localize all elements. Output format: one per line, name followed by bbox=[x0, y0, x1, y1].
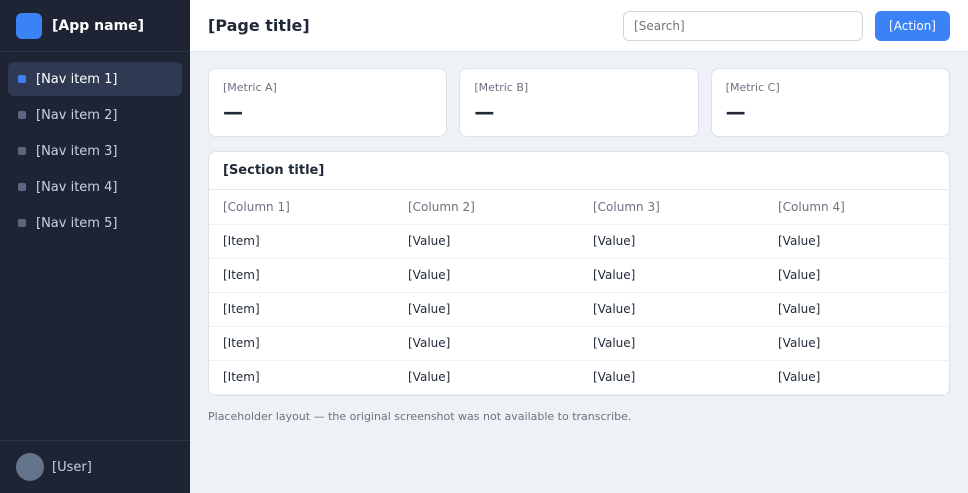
sidebar-item-2[interactable]: [Nav item 2] bbox=[8, 98, 182, 132]
table-cell: [Value] bbox=[579, 326, 764, 361]
table-cell: [Value] bbox=[394, 258, 579, 293]
table-cell: [Value] bbox=[764, 292, 949, 327]
table-row[interactable]: [Item] [Value] [Value] [Value] bbox=[209, 292, 949, 327]
table-row[interactable]: [Item] [Value] [Value] [Value] bbox=[209, 360, 949, 395]
table-cell: [Value] bbox=[764, 258, 949, 293]
table-cell: [Value] bbox=[579, 292, 764, 327]
column-header[interactable]: [Column 4] bbox=[764, 190, 949, 225]
table-cell: [Value] bbox=[394, 326, 579, 361]
sidebar-item-label: [Nav item 1] bbox=[36, 71, 118, 87]
stat-value: — bbox=[223, 100, 243, 124]
stat-label: [Metric A] bbox=[223, 81, 277, 94]
top-bar: [Page title] [Action] bbox=[190, 0, 968, 52]
stat-card: [Metric B] — bbox=[459, 68, 699, 137]
sidebar-item-5[interactable]: [Nav item 5] bbox=[8, 206, 182, 240]
placeholder-notice: Placeholder layout — the original screen… bbox=[208, 409, 632, 423]
user-menu[interactable]: [User] bbox=[0, 440, 190, 493]
nav-bullet-icon bbox=[18, 75, 26, 83]
page-title: [Page title] bbox=[208, 16, 310, 35]
column-header[interactable]: [Column 1] bbox=[209, 190, 394, 225]
nav-bullet-icon bbox=[18, 111, 26, 119]
table-cell: [Value] bbox=[394, 360, 579, 395]
stat-cards: [Metric A] — [Metric B] — [Metric C] — bbox=[208, 68, 950, 137]
table-cell: [Value] bbox=[579, 224, 764, 259]
table-cell: [Value] bbox=[764, 360, 949, 395]
table-cell: [Value] bbox=[764, 326, 949, 361]
table-cell: [Value] bbox=[764, 224, 949, 259]
sidebar-nav: [Nav item 1] [Nav item 2] [Nav item 3] [… bbox=[0, 52, 190, 250]
table-cell: [Item] bbox=[209, 258, 394, 293]
sidebar-item-3[interactable]: [Nav item 3] bbox=[8, 134, 182, 168]
panel-title: [Section title] bbox=[209, 152, 949, 190]
table-cell: [Item] bbox=[209, 224, 394, 259]
search-input[interactable] bbox=[623, 10, 864, 41]
user-name: [User] bbox=[52, 459, 92, 475]
sidebar-item-1[interactable]: [Nav item 1] bbox=[8, 62, 182, 96]
table-cell: [Value] bbox=[394, 224, 579, 259]
table-header-row: [Column 1] [Column 2] [Column 3] [Column… bbox=[209, 190, 949, 225]
primary-action-button[interactable]: [Action] bbox=[875, 10, 950, 41]
stat-card: [Metric A] — bbox=[208, 68, 448, 137]
stat-label: [Metric B] bbox=[474, 81, 529, 94]
data-table: [Column 1] [Column 2] [Column 3] [Column… bbox=[209, 190, 949, 395]
stat-label: [Metric C] bbox=[725, 81, 780, 94]
table-cell: [Value] bbox=[579, 360, 764, 395]
stat-card: [Metric C] — bbox=[710, 68, 950, 137]
table-cell: [Item] bbox=[209, 292, 394, 327]
table-row[interactable]: [Item] [Value] [Value] [Value] bbox=[209, 258, 949, 293]
column-header[interactable]: [Column 3] bbox=[579, 190, 764, 225]
column-header[interactable]: [Column 2] bbox=[394, 190, 579, 225]
avatar bbox=[16, 453, 44, 481]
sidebar-item-label: [Nav item 5] bbox=[36, 215, 118, 231]
brand: [App name] bbox=[0, 0, 190, 52]
content: [Metric A] — [Metric B] — [Metric C] — [Sec… bbox=[190, 52, 968, 439]
data-panel: [Section title] [Column 1] [Column 2] [C… bbox=[208, 151, 950, 396]
nav-bullet-icon bbox=[18, 219, 26, 227]
table-cell: [Value] bbox=[579, 258, 764, 293]
sidebar-item-label: [Nav item 2] bbox=[36, 107, 118, 123]
stat-value: — bbox=[474, 100, 495, 124]
stat-value: — bbox=[725, 100, 746, 124]
nav-bullet-icon bbox=[18, 183, 26, 191]
table-cell: [Item] bbox=[209, 326, 394, 361]
sidebar-item-label: [Nav item 3] bbox=[36, 143, 118, 159]
nav-bullet-icon bbox=[18, 147, 26, 155]
table-row[interactable]: [Item] [Value] [Value] [Value] bbox=[209, 326, 949, 361]
table-row[interactable]: [Item] [Value] [Value] [Value] bbox=[209, 224, 949, 259]
sidebar-item-4[interactable]: [Nav item 4] bbox=[8, 170, 182, 204]
app-window: [App name] [Nav item 1] [Nav item 2] [Na… bbox=[0, 0, 968, 493]
sidebar-item-label: [Nav item 4] bbox=[36, 179, 118, 195]
table-cell: [Item] bbox=[209, 360, 394, 395]
sidebar: [App name] [Nav item 1] [Nav item 2] [Na… bbox=[0, 0, 190, 493]
app-logo-icon bbox=[16, 12, 42, 39]
app-name: [App name] bbox=[52, 17, 145, 34]
table-cell: [Value] bbox=[394, 292, 579, 327]
main-area: [Page title] [Action] [Metric A] — [Metri… bbox=[190, 0, 968, 493]
